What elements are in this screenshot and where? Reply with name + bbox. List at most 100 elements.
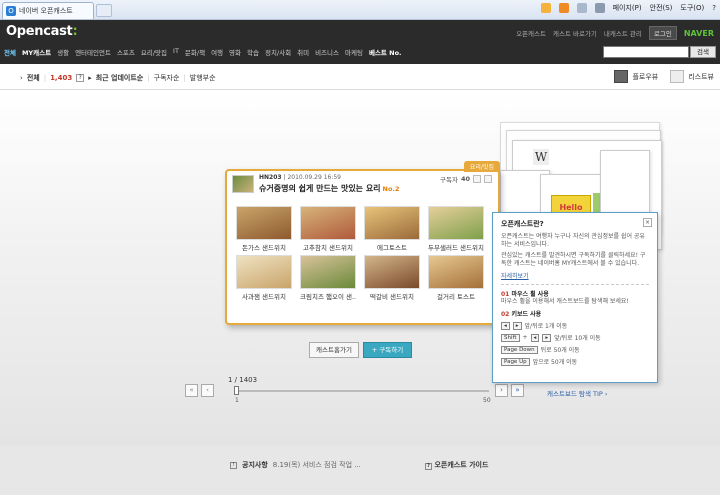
page-up-key: Page Up [501, 357, 530, 366]
sort-bar: › 전체 | 1,403 ? ▸ 최근 업데이트순 | 구독자순 | 발행부순 … [0, 64, 720, 90]
author-name[interactable]: HN203 [259, 174, 282, 181]
item-thumbnail [428, 255, 484, 289]
next-page-button[interactable]: › [495, 384, 508, 397]
popup-title: 오픈캐스트란? [501, 220, 544, 228]
cast-meta: HN203 | 2010.09.29 16:59 [259, 174, 341, 181]
util-link-opencast[interactable]: 오픈캐스트 [516, 28, 546, 38]
favicon-icon: O [6, 6, 16, 16]
shift-key: Shift [501, 333, 520, 342]
page-menu[interactable]: 페이지(P) [613, 3, 642, 13]
category-all[interactable]: 전체 [4, 47, 16, 57]
rank-badge: No.2 [382, 185, 400, 193]
right-arrow-key-icon: ▸ [542, 333, 552, 342]
list-view-label[interactable]: 리스트뷰 [688, 72, 714, 82]
category-culture[interactable]: 문화/책 [185, 47, 205, 57]
category-study[interactable]: 학습 [247, 47, 259, 57]
browser-tab-title: 네이버 오픈캐스트 [19, 7, 73, 15]
item-thumbnail [236, 206, 292, 240]
key-row-1: ◂ ▸ 앞/뒤로 1개 이동 [501, 321, 649, 330]
guide-link[interactable]: ? 오픈캐스트 가이드 [425, 460, 488, 470]
first-page-button[interactable]: « [185, 384, 198, 397]
tools-menu[interactable]: 도구(O) [680, 3, 704, 13]
cast-home-button[interactable]: 캐스트홈가기 [309, 342, 359, 358]
category-sports[interactable]: 스포츠 [117, 47, 135, 57]
close-icon[interactable]: × [643, 218, 652, 227]
cast-item[interactable]: 걸거리 토스트 [428, 255, 484, 301]
popup-desc-1: 오픈캐스트는 여행자 누구나 자신의 관심정보를 쉽어 공유하는 서비스입니다. [501, 233, 645, 248]
cast-item[interactable]: 사과잼 샌드위치 [236, 255, 292, 301]
item-caption: 돈가스 샌드위치 [242, 244, 286, 252]
home-icon[interactable] [540, 3, 551, 13]
notice: ! 공지사항 8.19(목) 서비스 점검 작업 ... [230, 460, 361, 470]
footer: ! 공지사항 8.19(목) 서비스 점검 작업 ... ? 오픈캐스트 가이드 [0, 446, 720, 495]
browser-tab[interactable]: O 네이버 오픈캐스트 [2, 2, 94, 19]
info-icon[interactable] [484, 175, 492, 183]
category-movie[interactable]: 영화 [229, 47, 241, 57]
board-tip-link[interactable]: 캐스트보드 탐색 TIP › [547, 388, 607, 398]
category-my-cast[interactable]: MY캐스트 [22, 47, 51, 57]
cast-item[interactable]: 크림치즈 햄오이 샌.. [300, 255, 356, 301]
prev-page-button[interactable]: ‹ [201, 384, 214, 397]
help-menu[interactable]: ? [712, 4, 716, 12]
more-link[interactable]: 자세히보기 [501, 271, 649, 280]
site-header: Opencast: 오픈캐스트 캐스트 바로가기 내캐스트 관리 로그인 NAV… [0, 20, 720, 64]
mail-icon[interactable] [576, 3, 587, 13]
list-view-icon[interactable] [670, 70, 685, 83]
sort-subscribers[interactable]: 구독자순 [154, 73, 180, 83]
category-hobby[interactable]: 취미 [297, 47, 309, 57]
last-page-button[interactable]: » [511, 384, 524, 397]
util-link-my-cast[interactable]: 내캐스트 관리 [604, 28, 642, 38]
item-thumbnail [428, 206, 484, 240]
opencast-logo[interactable]: Opencast: [6, 24, 78, 39]
notice-label[interactable]: 공지사항 [242, 460, 268, 470]
naver-logo[interactable]: NAVER [684, 29, 714, 38]
cast-item[interactable]: 떡갈비 샌드위치 [364, 255, 420, 301]
left-arrow-key-icon: ◂ [501, 321, 510, 330]
safety-menu[interactable]: 안전(S) [650, 3, 673, 13]
board-pager: 1 / 1403 « ‹ 1 50 › » [185, 376, 525, 406]
cast-title[interactable]: 슈거증명의 쉽게 만드는 맛있는 요리 No.2 [259, 183, 399, 194]
category-life[interactable]: 생활 [57, 47, 69, 57]
cast-item[interactable]: 돈가스 샌드위치 [236, 206, 292, 252]
cast-card[interactable]: 요리/맛집 HN203 | 2010.09.29 16:59 구독자 40 슈거… [225, 161, 500, 325]
category-travel[interactable]: 여행 [211, 47, 223, 57]
subscribe-button[interactable]: + 구독하기 [363, 342, 412, 358]
page-slider-track[interactable] [234, 390, 489, 392]
cast-items-grid: 돈가스 샌드위치 고추참치 샌드위치 에그토스트 두부샐러드 샌드위치 사과잼 … [236, 206, 492, 301]
category-food[interactable]: 요리/맛집 [141, 47, 167, 57]
item-caption: 크림치즈 햄오이 샌.. [300, 293, 356, 301]
publish-date: 2010.09.29 16:59 [287, 174, 341, 181]
sort-recent[interactable]: 최근 업데이트순 [96, 73, 144, 83]
rss-icon[interactable] [558, 3, 569, 13]
help-icon[interactable]: ? [76, 74, 85, 82]
share-icon[interactable] [473, 175, 481, 183]
search-button[interactable]: 검색 [690, 46, 716, 58]
category-marketing[interactable]: 마케팅 [345, 47, 363, 57]
search-input[interactable] [603, 46, 689, 58]
page-slider-handle[interactable] [234, 386, 239, 395]
category-it[interactable]: IT [173, 47, 179, 57]
print-icon[interactable] [594, 3, 605, 13]
item-caption: 걸거리 토스트 [437, 293, 475, 301]
item-caption: 고추참치 샌드위치 [303, 244, 353, 252]
cast-item[interactable]: 에그토스트 [364, 206, 420, 252]
notice-text[interactable]: 8.19(목) 서비스 점검 작업 ... [273, 460, 361, 470]
slider-max-label: 50 [483, 397, 491, 404]
sort-published[interactable]: 발행부순 [190, 73, 216, 83]
wiki-logo-icon: W [533, 149, 549, 165]
cast-item[interactable]: 고추참치 샌드위치 [300, 206, 356, 252]
category-business[interactable]: 비즈니스 [315, 47, 339, 57]
util-link-cast-go[interactable]: 캐스트 바로가기 [553, 28, 597, 38]
item-caption: 사과잼 샌드위치 [242, 293, 286, 301]
login-button[interactable]: 로그인 [648, 26, 677, 40]
category-politics[interactable]: 정치/사회 [265, 47, 291, 57]
new-tab-button[interactable] [96, 4, 112, 17]
flow-view-label[interactable]: 플로우뷰 [632, 72, 658, 82]
category-best[interactable]: 베스트 No. [369, 47, 402, 57]
flow-view-icon[interactable] [614, 70, 629, 83]
category-entertainment[interactable]: 엔터테인먼트 [75, 47, 111, 57]
category-tag: 요리/맛집 [463, 161, 500, 172]
utility-links: 오픈캐스트 캐스트 바로가기 내캐스트 관리 로그인 NAVER [516, 26, 714, 40]
slider-min-label: 1 [235, 397, 239, 404]
cast-item[interactable]: 두부샐러드 샌드위치 [428, 206, 484, 252]
